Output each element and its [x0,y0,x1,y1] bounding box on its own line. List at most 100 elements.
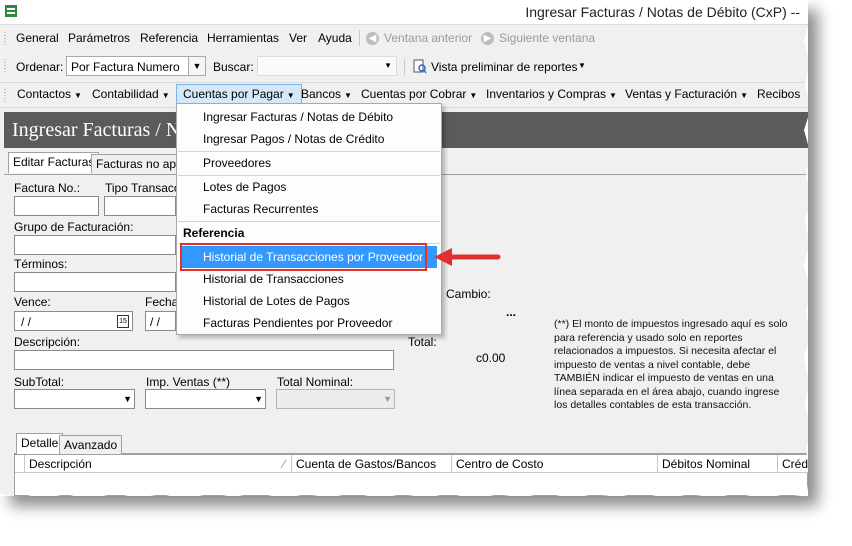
nav-ventas[interactable]: Ventas y Facturación ▼ [625,87,748,101]
menu-item-historial-lotes[interactable]: Historial de Lotes de Pagos [203,294,350,308]
nav-cuentas-por-pagar[interactable]: Cuentas por Pagar ▼ [176,84,302,104]
search-input[interactable]: ▼ [257,56,397,76]
invoice-no-input[interactable] [14,196,99,216]
menu-item-ingresar-facturas[interactable]: Ingresar Facturas / Notas de Débito [203,110,393,124]
description-input[interactable] [14,350,394,370]
menu-item-ingresar-pagos[interactable]: Ingresar Pagos / Notas de Crédito [203,132,384,146]
chevron-down-icon[interactable]: ▼ [254,394,263,404]
nav-contactos-label: Contactos [17,87,72,101]
menu-herramientas[interactable]: Herramientas [207,31,279,45]
detail-tabs: Detalle Avanzado [14,433,808,454]
menu-referencia[interactable]: Referencia [140,31,198,45]
total-label: Total: [408,335,437,349]
menu-item-proveedores[interactable]: Proveedores [203,156,271,170]
due-date-value: / / [21,315,32,329]
tab-detalle[interactable]: Detalle [16,433,64,454]
search-dropdown-icon[interactable]: ▼ [384,61,392,70]
due-date-input[interactable]: / / 15 [14,311,133,331]
nav-recibos[interactable]: Recibos [757,87,800,101]
menu-item-historial-transacciones[interactable]: Historial de Transacciones [203,272,344,286]
due-date-label: Vence: [14,295,51,309]
sort-icon: ∕ [282,457,285,471]
nominal-total-label: Total Nominal: [277,375,354,389]
menu-general[interactable]: General [16,31,59,45]
menu-separator [178,175,440,176]
nav-contactos[interactable]: Contactos ▼ [17,87,82,101]
search-label: Buscar: [213,60,254,74]
billing-group-label: Grupo de Facturación: [14,220,134,234]
chevron-down-icon: ▼ [469,91,478,100]
row-selector-header [15,455,25,473]
invoice-no-label: Factura No.: [14,181,81,195]
column-header-descripcion[interactable]: Descripción ∕ [25,455,292,473]
menu-parametros[interactable]: Parámetros [68,31,130,45]
form-title: Ingresar Facturas / N [12,119,181,141]
chevron-down-icon[interactable]: ▼ [188,57,205,75]
forward-arrow-icon: ▶ [481,32,494,45]
column-header-centro-costo[interactable]: Centro de Costo [452,455,658,473]
nominal-total-select: ▼ [276,389,395,409]
terms-select[interactable] [14,272,176,292]
calendar-icon[interactable]: 15 [117,315,129,328]
column-header-debitos[interactable]: Débitos Nominal [658,455,778,473]
chevron-down-icon: ▼ [383,394,392,404]
sales-tax-select[interactable]: ▼ [145,389,266,409]
tab-avanzado[interactable]: Avanzado [59,435,123,454]
exchange-label: Cambio: [446,287,491,301]
column-header-cuenta[interactable]: Cuenta de Gastos/Bancos [292,455,452,473]
print-preview-icon [413,59,427,74]
back-arrow-icon: ◀ [366,32,379,45]
menu-item-lotes-de-pagos[interactable]: Lotes de Pagos [203,180,286,194]
chevron-down-icon: ▼ [286,91,295,100]
transaction-type-label: Tipo Transacci [105,181,183,195]
report-preview-button[interactable]: Vista preliminar de reportes [431,60,578,74]
preview-dropdown-icon[interactable]: ▼ [578,61,586,70]
transaction-type-select[interactable] [104,196,176,216]
menu-item-facturas-pendientes[interactable]: Facturas Pendientes por Proveedor [203,316,392,330]
toolbar-separator [404,59,405,75]
exchange-button[interactable]: ... [506,305,516,319]
date-input[interactable]: / / [145,311,176,331]
chevron-down-icon[interactable]: ▼ [123,394,132,404]
menu-separator [178,151,440,152]
order-value: Por Factura Numero [71,60,180,74]
cuentas-por-pagar-menu: Ingresar Facturas / Notas de Débito Ingr… [176,103,442,335]
window-title: Ingresar Facturas / Notas de Débito (CxP… [525,4,800,20]
subtotal-select[interactable]: ▼ [14,389,135,409]
nav-bancos[interactable]: Bancos ▼ [301,87,352,101]
menu-separator [178,221,440,222]
nav-ventas-label: Ventas y Facturación [625,87,738,101]
tax-note: (**) El monto de impuestos ingresado aqu… [554,318,788,411]
nav-cuentas-por-cobrar[interactable]: Cuentas por Cobrar ▼ [361,87,477,101]
menu-section-referencia: Referencia [183,226,245,240]
app-icon [5,5,17,17]
date-value: / / [150,315,161,329]
chevron-down-icon: ▼ [344,91,352,100]
nav-contabilidad[interactable]: Contabilidad ▼ [92,87,170,101]
search-toolbar: Ordenar: Por Factura Numero ▼ Buscar: ▼ … [0,53,808,81]
title-bar: Ingresar Facturas / Notas de Débito (CxP… [0,0,808,25]
tab-editar-facturas[interactable]: Editar Facturas [8,152,100,173]
nav-recibos-label: Recibos [757,87,801,101]
chevron-down-icon: ▼ [74,91,82,100]
menu-bar: General Parámetros Referencia Herramient… [0,26,808,50]
highlight-annotation-box [180,243,427,271]
nav-contabilidad-label: Contabilidad [92,87,159,101]
menu-ayuda[interactable]: Ayuda [318,31,352,45]
menu-grip [4,31,6,45]
menu-separator [359,30,360,46]
billing-group-select[interactable] [14,235,176,255]
chevron-down-icon: ▼ [609,91,617,100]
menu-item-facturas-recurrentes[interactable]: Facturas Recurrentes [203,202,318,216]
prev-window-button[interactable]: Ventana anterior [384,31,472,45]
order-select[interactable]: Por Factura Numero ▼ [66,56,206,76]
nav-cuentas-por-pagar-label: Cuentas por Pagar [183,87,284,101]
next-window-button[interactable]: Siguiente ventana [499,31,595,45]
nav-cuentas-por-cobrar-label: Cuentas por Cobrar [361,87,467,101]
screenshot-frame: Ingresar Facturas / Notas de Débito (CxP… [0,0,808,496]
nav-inventarios[interactable]: Inventarios y Compras ▼ [486,87,617,101]
order-label: Ordenar: [16,60,64,74]
nav-inventarios-label: Inventarios y Compras [486,87,607,101]
menu-ver[interactable]: Ver [289,31,307,45]
annotation-arrow-icon [434,248,501,266]
